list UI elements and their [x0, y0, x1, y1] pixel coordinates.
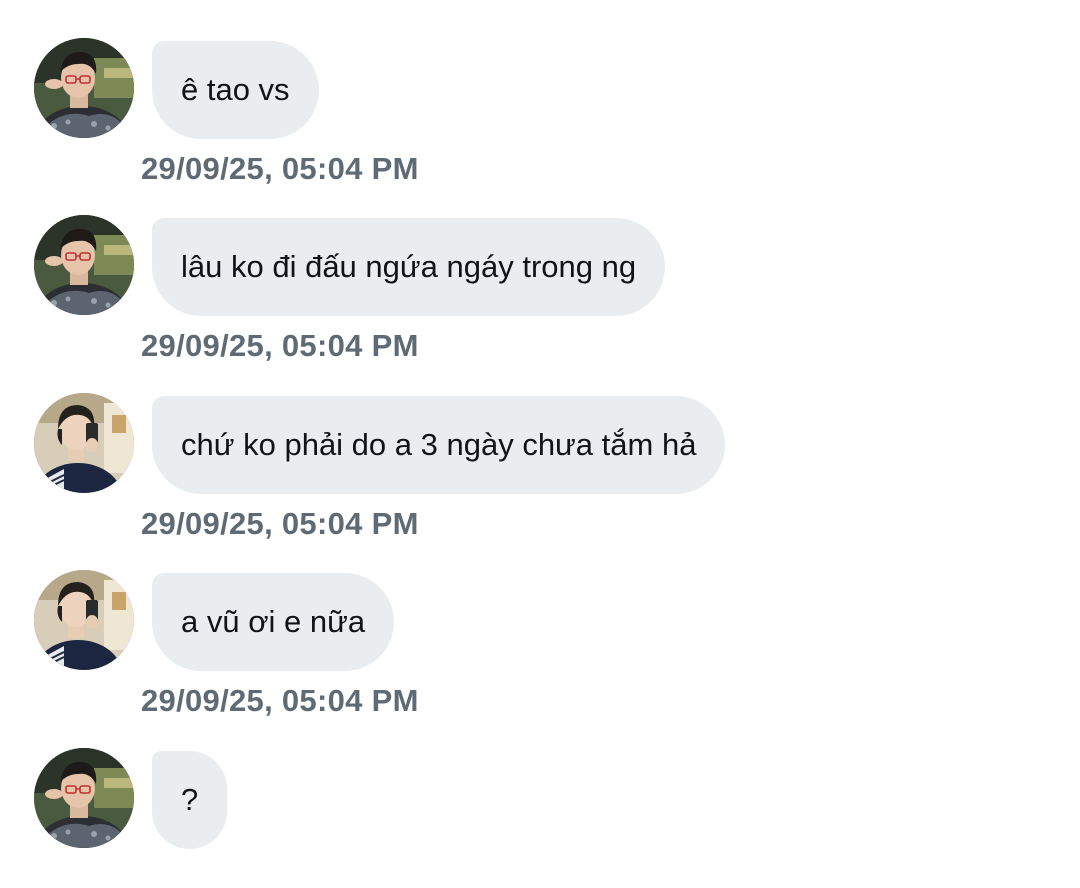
avatar-image [34, 393, 134, 493]
message-feed: ê tao vs 29/09/25, 05:04 PM lâu ko đi đấ… [0, 0, 1080, 860]
avatar-image [34, 570, 134, 670]
avatar[interactable] [34, 215, 134, 315]
avatar[interactable] [34, 570, 134, 670]
message-row: a vũ ơi e nữa 29/09/25, 05:04 PM [0, 532, 1080, 718]
message-bubble[interactable]: ? [152, 751, 228, 849]
message-text: ? [181, 782, 199, 817]
message-bubble[interactable]: chứ ko phải do a 3 ngày chưa tắm hả [152, 396, 726, 494]
message-row: lâu ko đi đấu ngứa ngáy trong ng 29/09/2… [0, 177, 1080, 363]
avatar-image [34, 215, 134, 315]
avatar-image [34, 38, 134, 138]
avatar[interactable] [34, 38, 134, 138]
message-row: ê tao vs 29/09/25, 05:04 PM [0, 0, 1080, 186]
avatar[interactable] [34, 748, 134, 848]
message-bubble[interactable]: ê tao vs [152, 41, 319, 139]
message-bubble[interactable]: a vũ ơi e nữa [152, 573, 395, 671]
avatar-image [34, 748, 134, 848]
message-text: chứ ko phải do a 3 ngày chưa tắm hả [181, 427, 697, 462]
message-row: ? [0, 710, 1080, 888]
message-row: chứ ko phải do a 3 ngày chưa tắm hả 29/0… [0, 355, 1080, 541]
message-text: ê tao vs [181, 72, 290, 107]
message-text: a vũ ơi e nữa [181, 604, 366, 639]
message-text: lâu ko đi đấu ngứa ngáy trong ng [181, 249, 637, 284]
avatar[interactable] [34, 393, 134, 493]
message-bubble[interactable]: lâu ko đi đấu ngứa ngáy trong ng [152, 218, 666, 316]
